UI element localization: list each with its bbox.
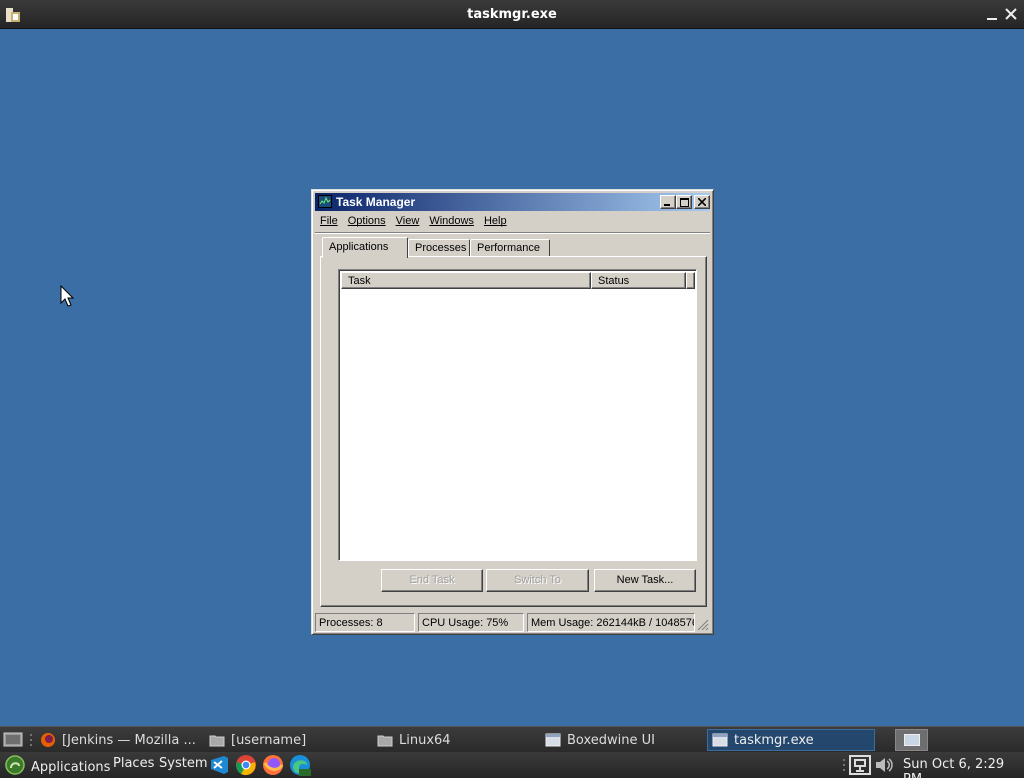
folder-icon [377,732,393,748]
status-mem-usage: Mem Usage: 262144kB / 1048576kB [527,613,695,632]
new-task-button[interactable]: New Task... [594,569,696,592]
task-list[interactable]: Task Status [338,269,697,561]
switch-to-button[interactable]: Switch To [486,569,589,592]
close-icon[interactable] [1003,6,1019,22]
end-task-button[interactable]: End Task [381,569,483,592]
edge-dev-icon[interactable] [289,754,311,776]
status-bar: Processes: 8 CPU Usage: 75% Mem Usage: 2… [315,613,710,632]
applications-panel: Task Status End Task Switch To New Task.… [320,256,707,607]
chrome-icon[interactable] [235,754,257,776]
menu-places[interactable]: Places [113,756,154,771]
task-manager-titlebar[interactable]: Task Manager [315,193,710,211]
window-list-bar: [Jenkins — Mozilla ... [username] Linux6… [0,726,1024,752]
resize-grip-icon[interactable] [697,619,709,631]
status-processes: Processes: 8 [315,613,415,632]
firefox-icon[interactable] [262,754,284,776]
network-icon[interactable] [849,755,871,775]
menu-applications-label: Applications [31,759,111,775]
menu-separator [315,232,710,234]
task-manager-icon [318,195,332,208]
menu-file[interactable]: File [315,213,343,231]
minimize-icon[interactable] [984,6,1000,22]
column-header-filler [686,272,695,289]
folder-icon [209,732,225,748]
volume-icon[interactable] [874,755,894,775]
minimize-button[interactable] [660,195,676,209]
column-header-status[interactable]: Status [591,272,686,289]
column-header-task[interactable]: Task [341,272,591,289]
taskbar-item-label: Boxedwine UI [567,732,655,748]
taskbar-item-linux64[interactable]: Linux64 [373,729,533,751]
show-desktop-icon[interactable] [3,730,23,748]
close-button[interactable] [694,195,710,209]
task-manager-title: Task Manager [336,195,416,209]
maximize-button[interactable] [676,195,692,209]
task-list-header: Task Status [341,272,695,289]
tab-processes[interactable]: Processes [408,239,470,257]
tab-performance[interactable]: Performance [470,239,550,257]
taskbar-item-taskmgr[interactable]: taskmgr.exe [707,729,875,751]
vscode-icon[interactable] [208,754,230,776]
workspace-switcher[interactable] [895,729,928,751]
mouse-pointer-icon [60,284,76,309]
taskbar-item-username[interactable]: [username] [205,729,365,751]
firefox-icon [40,732,56,748]
taskbar-item-label: taskmgr.exe [734,732,814,748]
workspace-1[interactable] [904,734,920,746]
host-window-title: taskmgr.exe [467,7,557,22]
taskbar-item-label: Linux64 [399,732,451,748]
menu-system[interactable]: System [159,756,207,771]
menu-view[interactable]: View [391,213,425,231]
taskbar-item-jenkins[interactable]: [Jenkins — Mozilla ... [36,729,196,751]
clock[interactable]: Sun Oct 6, 2:29 PM [903,757,1024,778]
menu-help[interactable]: Help [479,213,512,231]
taskbar-item-boxedwine-ui[interactable]: Boxedwine UI [541,729,701,751]
drag-handle[interactable] [29,732,33,748]
task-manager-window: Task Manager File Options View Windows H… [311,189,714,635]
drag-handle[interactable] [842,757,846,773]
mate-logo-icon [5,755,25,778]
taskbar-item-label: [Jenkins — Mozilla ... [62,732,196,748]
menu-windows[interactable]: Windows [424,213,479,231]
menu-bar: File Options View Windows Help [315,213,512,231]
host-titlebar[interactable]: taskmgr.exe [0,0,1024,29]
tab-applications[interactable]: Applications [322,237,408,258]
taskbar-item-label: [username] [231,732,307,748]
window-icon [545,732,561,748]
menu-options[interactable]: Options [343,213,391,231]
menu-applications[interactable]: Applications [5,755,110,778]
main-panel: Applications Places System Sun Oct 6, 2:… [0,752,1024,778]
status-cpu-usage: CPU Usage: 75% [418,613,524,632]
window-icon [712,732,728,748]
